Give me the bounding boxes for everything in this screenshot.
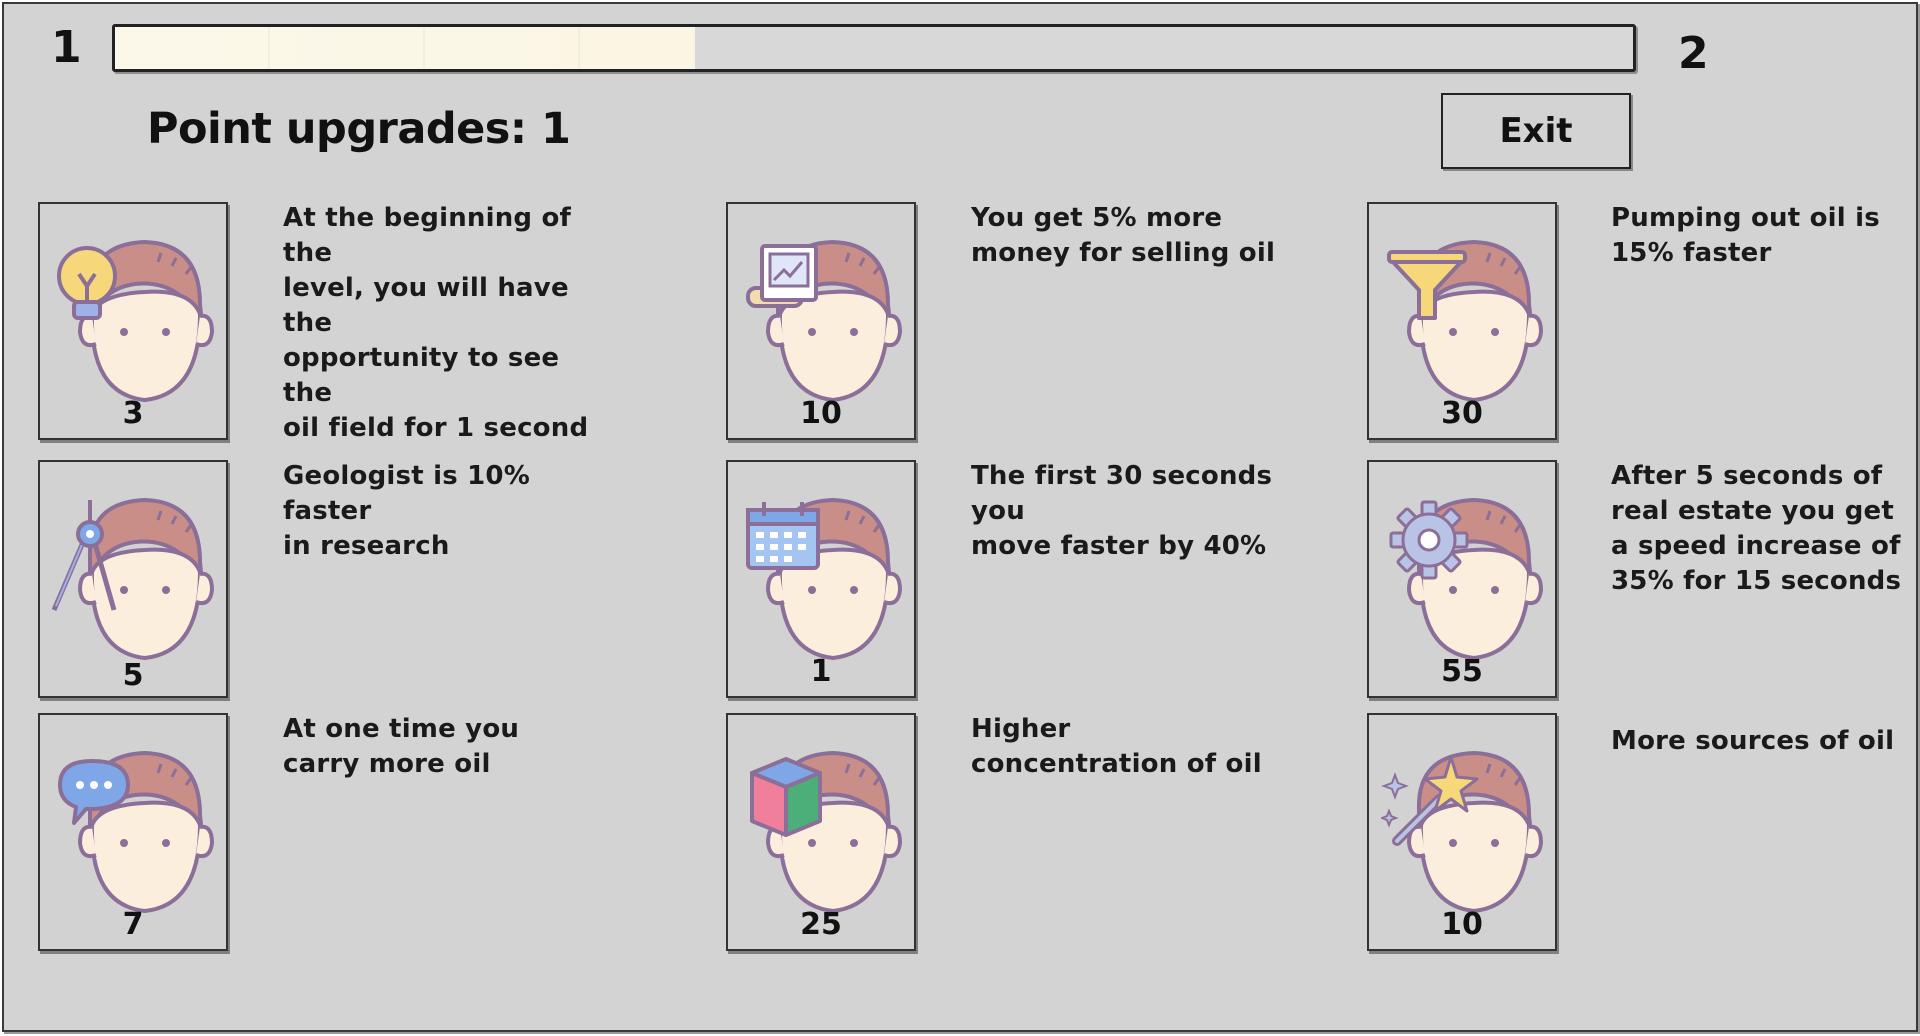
upgrade-card-speech[interactable]: 7 [38, 713, 228, 951]
level-progress-fill [115, 27, 695, 69]
gear-icon [1389, 500, 1469, 580]
speech-bubble-icon [58, 759, 130, 825]
upgrade-card-wand[interactable]: 10 [1367, 713, 1557, 951]
game-screen: 1 2 Point upgrades: 1 Exit 3 At the begi… [0, 0, 1920, 1036]
upgrade-cost: 10 [800, 396, 842, 431]
level-progress-bar [112, 24, 1636, 72]
funnel-icon [1387, 250, 1467, 320]
point-upgrades-title: Point upgrades: 1 [147, 104, 571, 154]
lightbulb-icon [57, 246, 117, 320]
upgrade-cost: 5 [122, 658, 144, 693]
upgrade-cost: 25 [800, 907, 842, 942]
upgrade-description: At the beginning of the level, you will … [283, 203, 589, 443]
upgrade-cost: 55 [1441, 654, 1483, 689]
upgrade-panel: 1 2 Point upgrades: 1 Exit 3 At the begi… [2, 2, 1918, 1032]
upgrade-card-lightbulb[interactable]: 3 [38, 202, 228, 440]
calendar-icon [746, 502, 820, 570]
upgrade-card-funnel[interactable]: 30 [1367, 202, 1557, 440]
upgrade-card-calendar[interactable]: 1 [726, 460, 916, 698]
chart-document-icon [746, 244, 818, 308]
upgrade-description: More sources of oil [1611, 726, 1895, 756]
magic-wand-icon [1381, 755, 1479, 846]
upgrade-cost: 10 [1441, 907, 1483, 942]
upgrade-description: At one time you carry more oil [283, 714, 520, 779]
upgrade-card-cube[interactable]: 25 [726, 713, 916, 951]
upgrade-description: Pumping out oil is 15% faster [1611, 203, 1880, 268]
exit-button[interactable]: Exit [1441, 93, 1631, 169]
compass-icon [51, 500, 117, 611]
upgrade-cost: 3 [122, 396, 144, 431]
upgrade-cost: 7 [122, 907, 144, 942]
upgrade-card-gear[interactable]: 55 [1367, 460, 1557, 698]
upgrade-cost: 30 [1441, 396, 1483, 431]
upgrade-description: Higher concentration of oil [971, 714, 1262, 779]
upgrade-description: You get 5% more money for selling oil [971, 203, 1276, 268]
upgrade-card-compass[interactable]: 5 [38, 460, 228, 698]
upgrade-cost: 1 [810, 654, 832, 689]
current-level-label: 1 [51, 22, 82, 73]
upgrade-description: Geologist is 10% faster in research [283, 461, 530, 561]
cube-icon [750, 757, 822, 837]
upgrade-description: The first 30 seconds you move faster by … [971, 461, 1273, 561]
upgrade-card-chart[interactable]: 10 [726, 202, 916, 440]
upgrade-description: After 5 seconds of real estate you get a… [1611, 461, 1902, 596]
next-level-label: 2 [1678, 28, 1709, 79]
